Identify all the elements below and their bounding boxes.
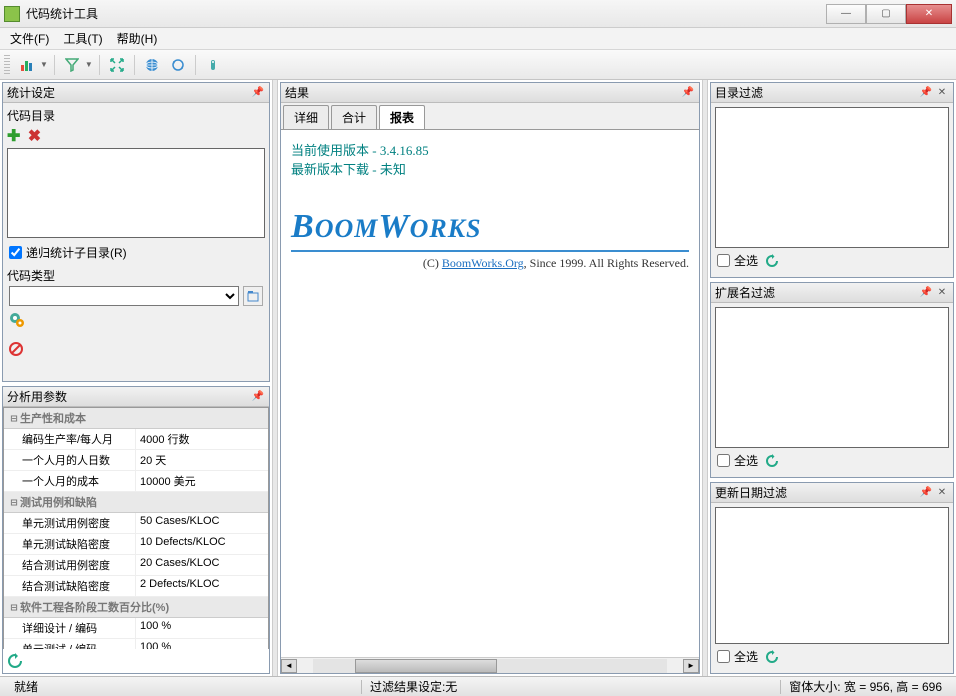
refresh-icon[interactable]	[765, 454, 779, 468]
settings-panel-title: 统计设定	[7, 84, 55, 101]
horizontal-scrollbar[interactable]: ◄ ►	[281, 657, 699, 673]
dir-filter-list[interactable]	[715, 107, 949, 248]
ext-filter-title: 扩展名过滤	[715, 284, 775, 301]
pin-icon[interactable]: 📌	[919, 286, 933, 300]
scroll-right-icon[interactable]: ►	[683, 659, 699, 673]
property-row: 单元测试缺陷密度10 Defects/KLOC	[4, 534, 268, 555]
latest-version: 最新版本下载 - 未知	[291, 159, 689, 178]
recurse-checkbox[interactable]	[9, 246, 22, 259]
dir-select-all-checkbox[interactable]	[717, 254, 730, 267]
remove-dir-button[interactable]: ✖	[28, 128, 41, 145]
maximize-button[interactable]: ▢	[866, 4, 906, 24]
tab-report[interactable]: 报表	[379, 105, 425, 129]
refresh-globe-icon[interactable]	[167, 54, 189, 76]
property-row: 一个人月的成本10000 美元	[4, 471, 268, 492]
ext-select-all-checkbox[interactable]	[717, 454, 730, 467]
code-type-select[interactable]	[9, 286, 239, 306]
browse-type-button[interactable]	[243, 286, 263, 306]
close-panel-icon[interactable]: ✕	[935, 286, 949, 300]
app-icon	[4, 6, 20, 22]
tab-detail[interactable]: 详细	[283, 105, 329, 129]
minimize-button[interactable]: —	[826, 4, 866, 24]
dropdown-icon[interactable]: ▼	[40, 60, 48, 69]
select-all-label: 全选	[734, 452, 758, 469]
add-dir-button[interactable]: ✚	[7, 128, 20, 145]
select-all-label: 全选	[734, 252, 758, 269]
globe-icon[interactable]	[141, 54, 163, 76]
refresh-icon[interactable]	[7, 653, 265, 669]
results-panel: 结果 📌 详细 合计 报表 当前使用版本 - 3.4.16.85 最新版本下载 …	[280, 82, 700, 674]
dir-filter-panel: 目录过滤 📌 ✕ 全选	[710, 82, 954, 278]
pin-icon[interactable]: 📌	[919, 486, 933, 500]
recurse-label: 递归统计子目录(R)	[26, 244, 127, 261]
chart-icon[interactable]	[16, 54, 38, 76]
close-button[interactable]: ✕	[906, 4, 952, 24]
type-label: 代码类型	[7, 267, 265, 284]
refresh-icon[interactable]	[765, 254, 779, 268]
menu-help[interactable]: 帮助(H)	[111, 28, 164, 49]
ext-filter-panel: 扩展名过滤 📌 ✕ 全选	[710, 282, 954, 478]
forbidden-icon[interactable]	[9, 342, 263, 356]
analysis-panel-title: 分析用参数	[7, 388, 67, 405]
report-content: 当前使用版本 - 3.4.16.85 最新版本下载 - 未知 BOOMWORKS…	[281, 130, 699, 673]
copyright-line: (C) BoomWorks.Org, Since 1999. All Right…	[291, 256, 689, 271]
close-panel-icon[interactable]: ✕	[935, 486, 949, 500]
dir-filter-title: 目录过滤	[715, 84, 763, 101]
property-row: 单元测试 / 编码100 %	[4, 639, 268, 649]
title-bar: 代码统计工具 — ▢ ✕	[0, 0, 956, 28]
pin-icon[interactable]: 📌	[251, 86, 265, 100]
dir-label: 代码目录	[7, 107, 265, 124]
dir-list[interactable]	[7, 148, 265, 238]
menu-file[interactable]: 文件(F)	[4, 28, 55, 49]
pin-icon[interactable]: 📌	[251, 390, 265, 404]
status-size: 窗体大小: 宽 = 956, 高 = 696	[781, 678, 950, 695]
menu-bar: 文件(F) 工具(T) 帮助(H)	[0, 28, 956, 50]
status-filter: 过滤结果设定:无	[362, 678, 465, 695]
property-row: 编码生产率/每人月4000 行数	[4, 429, 268, 450]
info-icon[interactable]	[202, 54, 224, 76]
filter-icon[interactable]	[61, 54, 83, 76]
status-ready: 就绪	[6, 678, 46, 695]
category-row[interactable]: ⊟生产性和成本	[4, 408, 268, 429]
expand-icon[interactable]	[106, 54, 128, 76]
results-panel-title: 结果	[285, 84, 309, 101]
date-filter-panel: 更新日期过滤 📌 ✕ 全选	[710, 482, 954, 674]
toolbar-grip	[4, 55, 10, 75]
property-row: 一个人月的人日数20 天	[4, 450, 268, 471]
menu-tools[interactable]: 工具(T)	[57, 28, 108, 49]
current-version: 当前使用版本 - 3.4.16.85	[291, 140, 689, 159]
tab-total[interactable]: 合计	[331, 105, 377, 129]
scroll-left-icon[interactable]: ◄	[281, 659, 297, 673]
scroll-thumb[interactable]	[355, 659, 497, 673]
result-tabs: 详细 合计 报表	[281, 103, 699, 130]
category-row[interactable]: ⊟测试用例和缺陷	[4, 492, 268, 513]
date-select-all-checkbox[interactable]	[717, 650, 730, 663]
property-row: 结合测试用例密度20 Cases/KLOC	[4, 555, 268, 576]
property-row: 结合测试缺陷密度2 Defects/KLOC	[4, 576, 268, 597]
close-panel-icon[interactable]: ✕	[935, 86, 949, 100]
dropdown-icon[interactable]: ▼	[85, 60, 93, 69]
property-row: 单元测试用例密度50 Cases/KLOC	[4, 513, 268, 534]
date-filter-title: 更新日期过滤	[715, 484, 787, 501]
logo-text: BOOMWORKS	[291, 208, 689, 246]
property-grid[interactable]: ⊟生产性和成本 编码生产率/每人月4000 行数 一个人月的人日数20 天 一个…	[3, 407, 269, 649]
window-title: 代码统计工具	[26, 5, 826, 22]
settings-panel: 统计设定 📌 代码目录 ✚ ✖ 递归统计子目录(R) 代码类型	[2, 82, 270, 382]
refresh-icon[interactable]	[765, 650, 779, 664]
select-all-label: 全选	[734, 648, 758, 665]
copyright-link[interactable]: BoomWorks.Org	[442, 256, 524, 270]
property-row: 详细设计 / 编码100 %	[4, 618, 268, 639]
analysis-panel: 分析用参数 📌 ⊟生产性和成本 编码生产率/每人月4000 行数 一个人月的人日…	[2, 386, 270, 674]
gear-icon[interactable]	[9, 312, 263, 328]
toolbar: ▼ ▼	[0, 50, 956, 80]
category-row[interactable]: ⊟软件工程各阶段工数百分比(%)	[4, 597, 268, 618]
pin-icon[interactable]: 📌	[919, 86, 933, 100]
pin-icon[interactable]: 📌	[681, 86, 695, 100]
status-bar: 就绪 过滤结果设定:无 窗体大小: 宽 = 956, 高 = 696	[0, 676, 956, 696]
ext-filter-list[interactable]	[715, 307, 949, 448]
date-filter-list[interactable]	[715, 507, 949, 644]
recurse-checkbox-row[interactable]: 递归统计子目录(R)	[9, 244, 263, 261]
